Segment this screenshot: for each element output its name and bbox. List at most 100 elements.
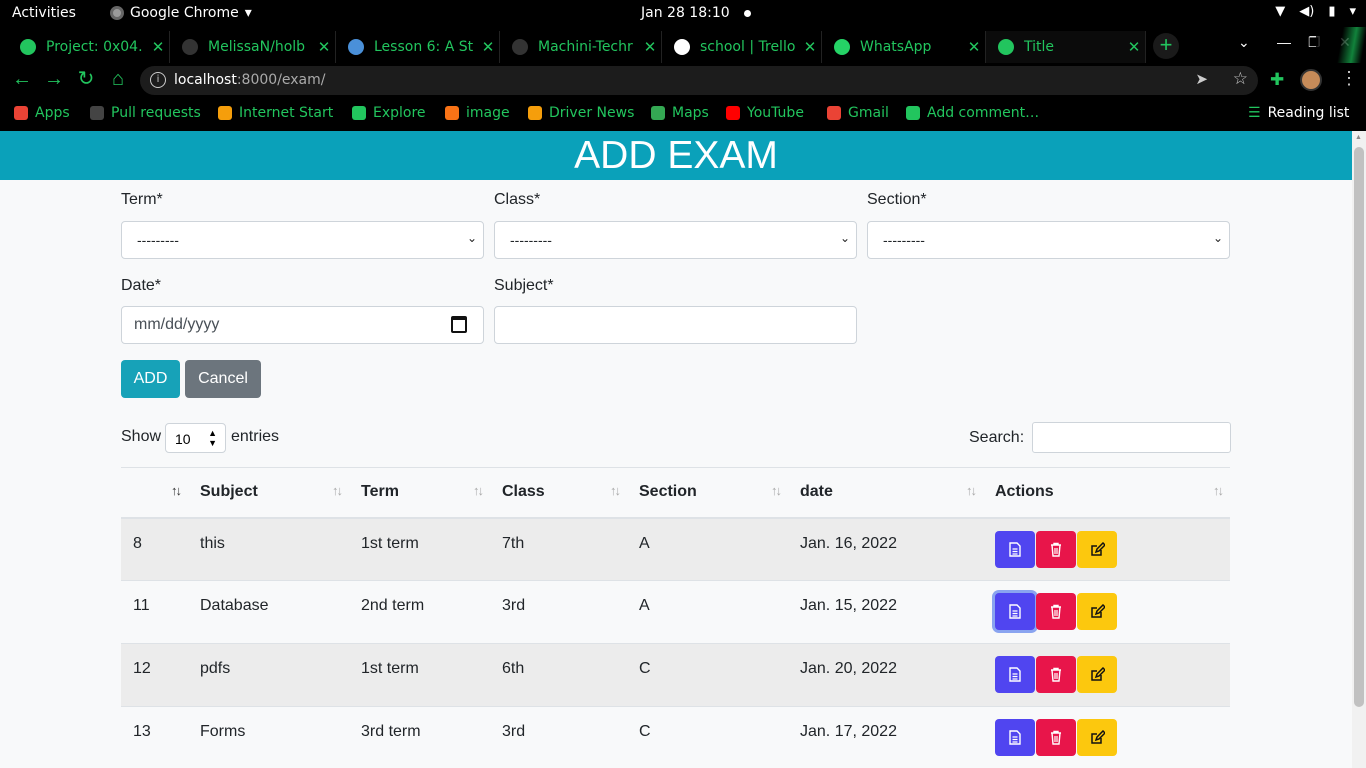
browser-tab[interactable]: school | Trello ✕ (662, 31, 822, 63)
reading-list-button[interactable]: ☰ Reading list (1248, 105, 1349, 121)
column-header[interactable]: ↑↓ (121, 467, 188, 519)
bookmark-item[interactable]: Pull requests (90, 105, 201, 121)
cell-subject: this (188, 517, 349, 581)
view-button[interactable] (995, 593, 1035, 630)
entries-select[interactable]: 10 ▲ ▼ (165, 423, 226, 453)
app-menu[interactable]: Google Chrome ▾ (110, 5, 252, 21)
site-info-icon[interactable]: i (150, 72, 166, 88)
cell-subject: pdfs (188, 643, 349, 707)
bookmark-item[interactable]: Gmail (827, 105, 889, 121)
edit-button[interactable] (1077, 656, 1117, 693)
cell-id: 12 (121, 643, 188, 707)
tab-close-icon[interactable]: ✕ (477, 38, 499, 56)
delete-button[interactable] (1036, 593, 1076, 630)
column-header[interactable]: Class ↑↓ (490, 467, 627, 519)
bookmark-item[interactable]: YouTube (726, 105, 804, 121)
bookmark-item[interactable]: Driver News (528, 105, 634, 121)
clock[interactable]: Jan 28 18:10 (641, 5, 751, 21)
system-tray[interactable]: ▼ ◀) ▮ ▾ (1275, 4, 1356, 19)
bookmark-item[interactable]: image (445, 105, 510, 121)
browser-tab[interactable]: Project: 0x04. ✕ (8, 31, 170, 63)
cell-subject: Forms (188, 706, 349, 768)
column-header[interactable]: Section ↑↓ (627, 467, 788, 519)
home-icon[interactable]: ⌂ (106, 68, 130, 90)
cell-class: 3rd (490, 580, 627, 644)
subject-input[interactable] (494, 306, 857, 344)
column-header[interactable]: Subject ↑↓ (188, 467, 349, 519)
class-select-value: --------- (510, 232, 552, 248)
view-button[interactable] (995, 719, 1035, 756)
tab-close-icon[interactable]: ✕ (639, 38, 661, 56)
delete-button[interactable] (1036, 719, 1076, 756)
browser-tab[interactable]: Title ✕ (986, 31, 1146, 63)
browser-menu-icon[interactable]: ⋮ (1340, 68, 1358, 89)
reading-list-icon: ☰ (1248, 105, 1261, 121)
scroll-up-icon[interactable]: ▲ (1355, 134, 1362, 141)
new-tab-button[interactable]: + (1153, 33, 1179, 59)
browser-tab[interactable]: WhatsApp ✕ (822, 31, 986, 63)
bookmark-item[interactable]: Add comment… (906, 105, 1039, 121)
section-select-value: --------- (883, 232, 925, 248)
search-input[interactable] (1032, 422, 1231, 453)
edit-button[interactable] (1077, 593, 1117, 630)
browser-tab[interactable]: Lesson 6: A St ✕ (336, 31, 500, 63)
chevron-down-icon: ⌄ (466, 231, 477, 245)
tab-close-icon[interactable]: ✕ (799, 38, 821, 56)
class-select[interactable]: --------- ⌄ (494, 221, 857, 259)
tab-close-icon[interactable]: ✕ (1123, 38, 1145, 56)
sort-icon: ↑↓ (610, 483, 621, 498)
bookmark-item[interactable]: Explore (352, 105, 426, 121)
bookmark-star-icon[interactable]: ☆ (1233, 69, 1248, 89)
address-bar[interactable]: i localhost:8000/exam/ ➤ ☆ (140, 66, 1258, 95)
bookmark-item[interactable]: Apps (14, 105, 70, 121)
bookmark-item[interactable]: Maps (651, 105, 709, 121)
tab-search-icon[interactable]: ⌄ (1238, 34, 1250, 51)
activities-button[interactable]: Activities (12, 5, 76, 21)
delete-button[interactable] (1036, 656, 1076, 693)
cell-subject: Database (188, 580, 349, 644)
column-header[interactable]: Term ↑↓ (349, 467, 490, 519)
chevron-down-icon: ⌄ (839, 231, 850, 245)
cell-class: 6th (490, 643, 627, 707)
cell-actions (983, 706, 1230, 768)
date-input[interactable]: mm/dd/yyyy (121, 306, 484, 344)
bookmark-label: image (466, 105, 510, 121)
view-button[interactable] (995, 530, 1035, 568)
tab-close-icon[interactable]: ✕ (147, 38, 169, 56)
back-icon[interactable]: ← (10, 68, 34, 90)
send-to-device-icon[interactable]: ➤ (1195, 70, 1208, 88)
reload-icon[interactable]: ↻ (74, 68, 98, 90)
edit-button[interactable] (1077, 719, 1117, 756)
profile-avatar[interactable] (1300, 69, 1322, 91)
bookmark-item[interactable]: Internet Start (218, 105, 333, 121)
cancel-button[interactable]: Cancel (185, 360, 261, 398)
cell-term: 3rd term (349, 706, 490, 768)
delete-button[interactable] (1036, 530, 1076, 568)
column-header[interactable]: Actions ↑↓ (983, 467, 1230, 519)
cell-date: Jan. 17, 2022 (788, 706, 983, 768)
tab-favicon-icon (674, 39, 690, 55)
add-button[interactable]: ADD (121, 360, 180, 398)
column-header[interactable]: date ↑↓ (788, 467, 983, 519)
trash-icon (1051, 604, 1061, 619)
column-header-label: Actions (995, 483, 1054, 501)
extensions-icon[interactable]: ✚ (1270, 70, 1284, 90)
bookmark-favicon-icon (827, 106, 841, 120)
forward-icon[interactable]: → (42, 68, 66, 90)
edit-button[interactable] (1077, 530, 1117, 568)
browser-tab[interactable]: MelissaN/holb ✕ (170, 31, 336, 63)
browser-tab[interactable]: Machini-Techr ✕ (500, 31, 662, 63)
calendar-icon[interactable] (451, 316, 467, 333)
page-scrollbar[interactable]: ▲ (1352, 131, 1366, 768)
tab-close-icon[interactable]: ✕ (963, 38, 985, 56)
section-select[interactable]: --------- ⌄ (867, 221, 1230, 259)
bookmark-favicon-icon (445, 106, 459, 120)
cell-section: A (627, 580, 788, 644)
view-button[interactable] (995, 656, 1035, 693)
table-row: 11 Database 2nd term 3rd A Jan. 15, 2022 (121, 580, 1230, 644)
term-select[interactable]: --------- ⌄ (121, 221, 484, 259)
minimize-icon[interactable]: — (1277, 34, 1291, 50)
scrollbar-thumb[interactable] (1354, 147, 1364, 707)
app-menu-label: Google Chrome (130, 5, 239, 21)
tab-close-icon[interactable]: ✕ (313, 38, 335, 56)
